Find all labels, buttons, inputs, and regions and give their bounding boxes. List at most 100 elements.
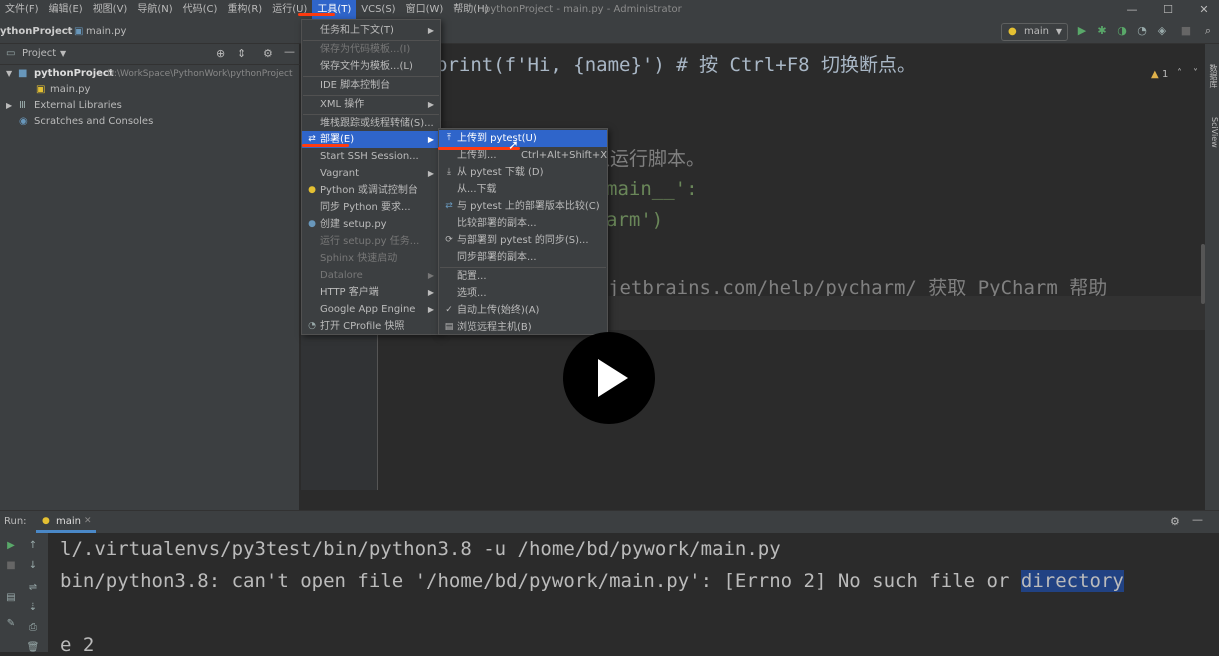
submenu-item-sync-pytest[interactable]: ⟳ 与部署到 pytest 的同步(S)... — [439, 232, 607, 249]
submenu-item-upload-pytest[interactable]: ⤒ 上传到 pytest(U) — [439, 130, 607, 147]
console-selected-text: directory — [1020, 570, 1124, 592]
chevron-down-icon: ▼ — [60, 49, 67, 58]
menu-bar: 文件(F) 编辑(E) 视图(V) 导航(N) 代码(C) 重构(R) 运行(U… — [0, 0, 1219, 19]
locate-icon[interactable]: ⊕ — [216, 47, 225, 60]
warning-count: 1 — [1162, 69, 1169, 80]
tab-sciview[interactable]: SciView — [1205, 106, 1219, 158]
python-file-icon: ▣ — [36, 84, 46, 95]
menu-item-start-ssh[interactable]: Start SSH Session... — [302, 148, 440, 165]
download-icon: ⤓ — [447, 167, 451, 177]
menu-code[interactable]: 代码(C) — [178, 0, 223, 19]
submenu-item-auto-upload[interactable]: ✓ 自动上传(始终)(A) — [439, 302, 607, 319]
run-panel: Run: ● main ✕ ⚙ — ▶ ↑ ■ ↓ ⇌ ▤ ⇣ ✎ ⎙ 🗑 l/… — [0, 510, 1219, 656]
menu-item-create-setup[interactable]: ● 创建 setup.py — [302, 216, 440, 233]
hide-icon[interactable]: — — [284, 45, 295, 58]
menu-item-datalore: Datalore ▶ — [302, 267, 440, 284]
menu-item-xml-actions[interactable]: XML 操作 ▶ — [302, 96, 440, 113]
tree-item-label: Scratches and Consoles — [34, 116, 154, 127]
run-tab-main[interactable]: main — [56, 516, 81, 527]
gear-icon[interactable]: ⚙ — [263, 47, 273, 60]
tab-database[interactable]: 数据库 — [1205, 56, 1219, 96]
menu-item-save-code-template: 保存为代码模板...(I) — [320, 44, 411, 55]
python-icon: ● — [308, 185, 316, 195]
submenu-item-browse-remote[interactable]: ▤ 浏览远程主机(B) — [439, 319, 607, 336]
menu-item-http-client[interactable]: HTTP 客户端 ▶ — [302, 284, 440, 301]
submenu-item-options[interactable]: 选项... — [439, 285, 607, 302]
menu-view[interactable]: 视图(V) — [88, 0, 133, 19]
menu-vcs[interactable]: VCS(S) — [356, 0, 400, 19]
debug-icon[interactable]: ✱ — [1094, 23, 1110, 39]
menu-item-vagrant[interactable]: Vagrant ▶ — [302, 165, 440, 182]
tree-item-label: External Libraries — [34, 100, 122, 111]
right-tool-strip: 数据库 SciView — [1205, 44, 1219, 510]
minimize-icon[interactable]: — — [1120, 0, 1144, 19]
menu-navigate[interactable]: 导航(N) — [132, 0, 177, 19]
menu-tools[interactable]: 工具(T) — [312, 0, 357, 19]
maximize-icon[interactable]: ☐ — [1156, 0, 1180, 19]
python-icon: ● — [1008, 26, 1017, 37]
library-icon: Ⅲ — [19, 100, 26, 111]
run-config-selector[interactable]: ● main ▼ — [1001, 23, 1068, 41]
menu-window[interactable]: 窗口(W) — [401, 0, 449, 19]
submenu-item-sync-copy[interactable]: 同步部署的副本... — [439, 249, 607, 266]
menu-item-google-app-engine[interactable]: Google App Engine ▶ — [302, 301, 440, 318]
scroll-to-end-icon[interactable]: ⇣ — [26, 601, 40, 615]
breadcrumb-project[interactable]: ythonProject — [0, 19, 72, 44]
menu-item-save-file-template[interactable]: 保存文件为模板...(L) — [302, 58, 440, 75]
submenu-item-download-pytest[interactable]: ⤓ 从 pytest 下载 (D) — [439, 164, 607, 181]
menu-file[interactable]: 文件(F) — [0, 0, 44, 19]
menu-edit[interactable]: 编辑(E) — [44, 0, 88, 19]
menu-item-sync-requirements[interactable]: 同步 Python 要求... — [302, 199, 440, 216]
menu-item-tasks[interactable]: 任务和上下文(T) ▶ — [302, 22, 440, 39]
chevron-up-icon[interactable]: ˄ — [1177, 68, 1182, 79]
menu-item-stacktrace[interactable]: 堆栈跟踪或线程转储(S)... — [302, 115, 440, 132]
play-icon — [598, 359, 628, 397]
close-icon[interactable]: ✕ — [1192, 0, 1216, 19]
trash-icon[interactable]: 🗑 — [26, 641, 40, 655]
menu-item-ide-script-console[interactable]: IDE 脚本控制台 — [302, 77, 440, 94]
scratches-icon: ◉ — [19, 116, 28, 127]
submenu-item-download-from[interactable]: 从...下载 — [439, 181, 607, 198]
concurrency-icon[interactable]: ◈ — [1154, 23, 1170, 39]
submenu-item-configuration[interactable]: 配置... — [439, 268, 607, 285]
navigation-bar: ythonProject › ▣ main.py ● main ▼ ▶ ✱ ◑ … — [0, 19, 1219, 44]
menu-run[interactable]: 运行(U) — [267, 0, 312, 19]
shortcut: Ctrl+Alt+Shift+X — [521, 150, 608, 161]
stop-icon[interactable]: ■ — [4, 559, 18, 573]
project-view-selector[interactable]: Project — [22, 48, 56, 59]
run-icon[interactable]: ▶ — [1074, 23, 1090, 39]
breadcrumb-file[interactable]: main.py — [86, 19, 126, 44]
soft-wrap-icon[interactable]: ⇌ — [26, 581, 40, 595]
collapse-all-icon[interactable]: ⇕ — [237, 47, 246, 60]
menu-item-open-cprofile[interactable]: ◔ 打开 CProfile 快照 — [302, 318, 440, 335]
python-file-icon: ● — [308, 219, 316, 229]
profile-icon[interactable]: ◔ — [1134, 23, 1150, 39]
print-icon[interactable]: ⎙ — [26, 621, 40, 635]
warning-icon[interactable]: ▲ — [1151, 69, 1159, 80]
submenu-item-compare-pytest[interactable]: ⇄ 与 pytest 上的部署版本比较(C) — [439, 198, 607, 215]
rerun-icon[interactable]: ▶ — [4, 539, 18, 553]
video-play-button[interactable] — [563, 332, 655, 424]
arrow-up-icon[interactable]: ↑ — [26, 539, 40, 553]
code-line: main__': — [606, 178, 698, 200]
submenu-item-compare-copy[interactable]: 比较部署的副本... — [439, 215, 607, 232]
layout-icon[interactable]: ▤ — [4, 591, 18, 605]
coverage-icon[interactable]: ◑ — [1114, 23, 1130, 39]
chevron-right-icon: ▶ — [427, 271, 434, 280]
stop-icon[interactable]: ■ — [1178, 23, 1194, 39]
arrow-down-icon[interactable]: ↓ — [26, 559, 40, 573]
hide-icon[interactable]: — — [1192, 513, 1203, 526]
search-icon[interactable]: ⌕ — [1200, 23, 1216, 39]
project-panel-header: ▭ Project ▼ ⊕ ⇕ ⚙ — — [0, 44, 300, 65]
menu-item-python-console[interactable]: ● Python 或调试控制台 — [302, 182, 440, 199]
tree-item-label: main.py — [50, 84, 91, 95]
profile-icon: ◔ — [308, 321, 316, 331]
console-line-error: bin/python3.8: can't open file '/home/bd… — [60, 570, 1124, 592]
chevron-down-icon[interactable]: ˅ — [1193, 68, 1198, 79]
menu-refactor[interactable]: 重构(R) — [222, 0, 267, 19]
gear-icon[interactable]: ⚙ — [1170, 515, 1180, 528]
pin-icon[interactable]: ✎ — [4, 617, 18, 631]
menu-item-sphinx: Sphinx 快速启动 — [320, 253, 398, 264]
console-error-text: bin/python3.8: can't open file '/home/bd… — [60, 570, 1021, 592]
close-icon[interactable]: ✕ — [84, 516, 92, 526]
